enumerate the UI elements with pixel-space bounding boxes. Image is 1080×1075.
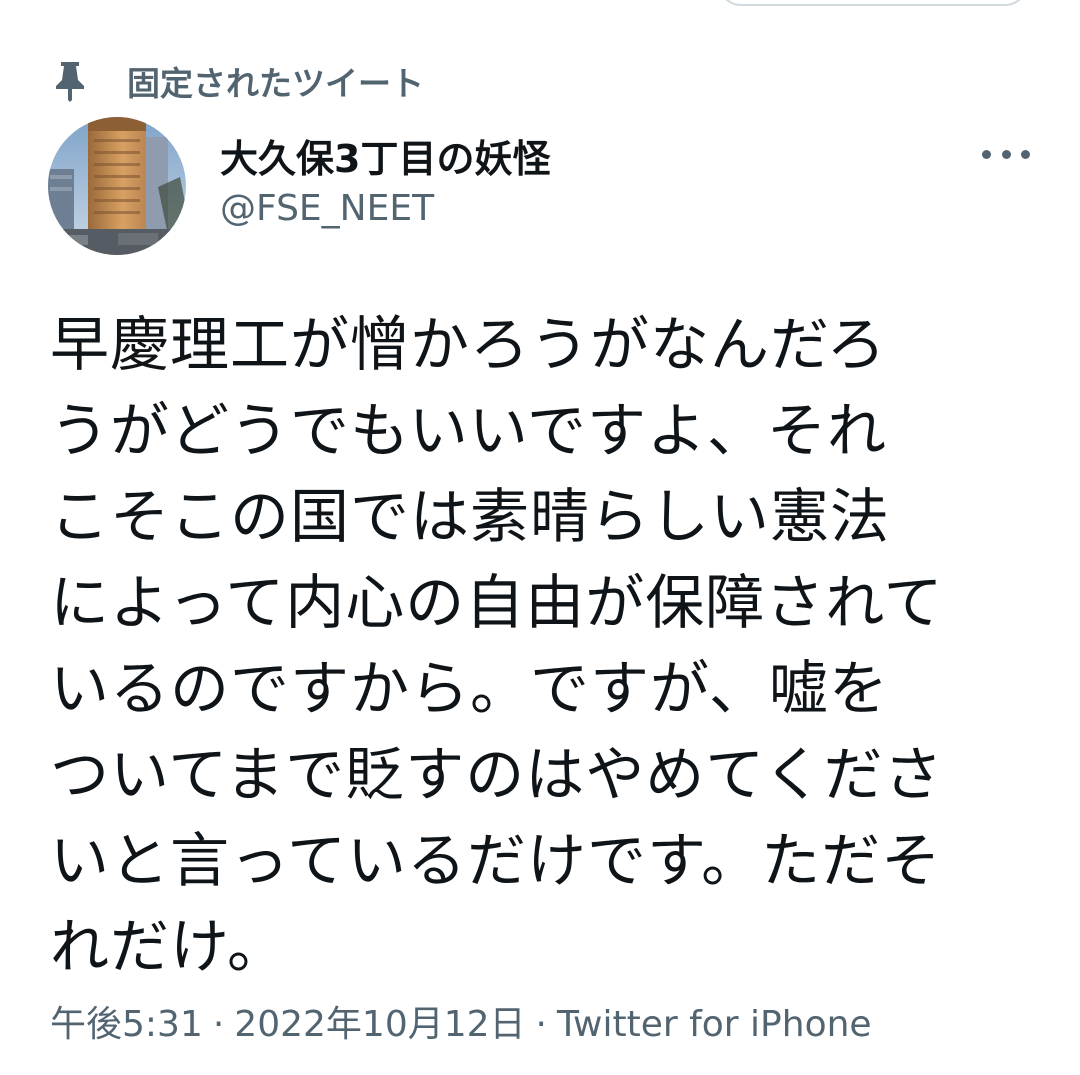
tweet-text-line: ついてまで貶すのはやめてくださ: [50, 740, 944, 809]
pinned-tweet-indicator: 固定されたツイート: [50, 58, 424, 104]
more-horizontal-icon: [982, 149, 991, 159]
follow-button-partial[interactable]: [718, 0, 1028, 6]
meta-separator: ·: [535, 1004, 547, 1045]
more-options-button[interactable]: [978, 134, 1034, 174]
tweet-date[interactable]: 2022年10月12日: [234, 1004, 525, 1045]
tweet-text-line: 早慶理工が憎かろうがなんだろ: [50, 310, 887, 379]
tweet-time[interactable]: 午後5:31: [50, 1004, 203, 1045]
tweet-text-line: れだけ。: [50, 912, 288, 981]
author-display-name[interactable]: 大久保3丁目の妖怪: [220, 128, 550, 183]
tweet-source-link[interactable]: Twitter for iPhone: [557, 1004, 872, 1045]
tweet-text-line: こそこの国では素晴らしい憲法: [50, 482, 891, 551]
tweet-text: 早慶理工が憎かろうがなんだろ うがどうでもいいですよ、それ こそこの国では素晴ら…: [50, 302, 1040, 990]
more-horizontal-icon-dot: [1001, 149, 1011, 159]
pinned-label: 固定されたツイート: [127, 64, 424, 103]
pin-icon: [50, 59, 90, 103]
tweet-metadata: 午後5:31 · 2022年10月12日 · Twitter for iPhone: [50, 995, 872, 1047]
tweet-text-line: いるのですから。ですが、嘘を: [50, 654, 889, 723]
author-handle[interactable]: @FSE_NEET: [220, 188, 434, 229]
more-horizontal-icon-dot: [1021, 149, 1030, 159]
meta-separator: ·: [212, 1004, 225, 1045]
tweet-text-line: うがどうでもいいですよ、それ: [50, 396, 888, 465]
tweet-detail-view: 固定されたツイート 大久保3丁目の妖怪 @FSE_NEET 早慶理工が憎かろうが…: [0, 0, 1080, 1075]
tweet-text-line: いと言っているだけです。ただそ: [50, 826, 942, 895]
tweet-text-line: によって内心の自由が保障されて: [50, 568, 944, 637]
avatar[interactable]: [48, 117, 186, 255]
